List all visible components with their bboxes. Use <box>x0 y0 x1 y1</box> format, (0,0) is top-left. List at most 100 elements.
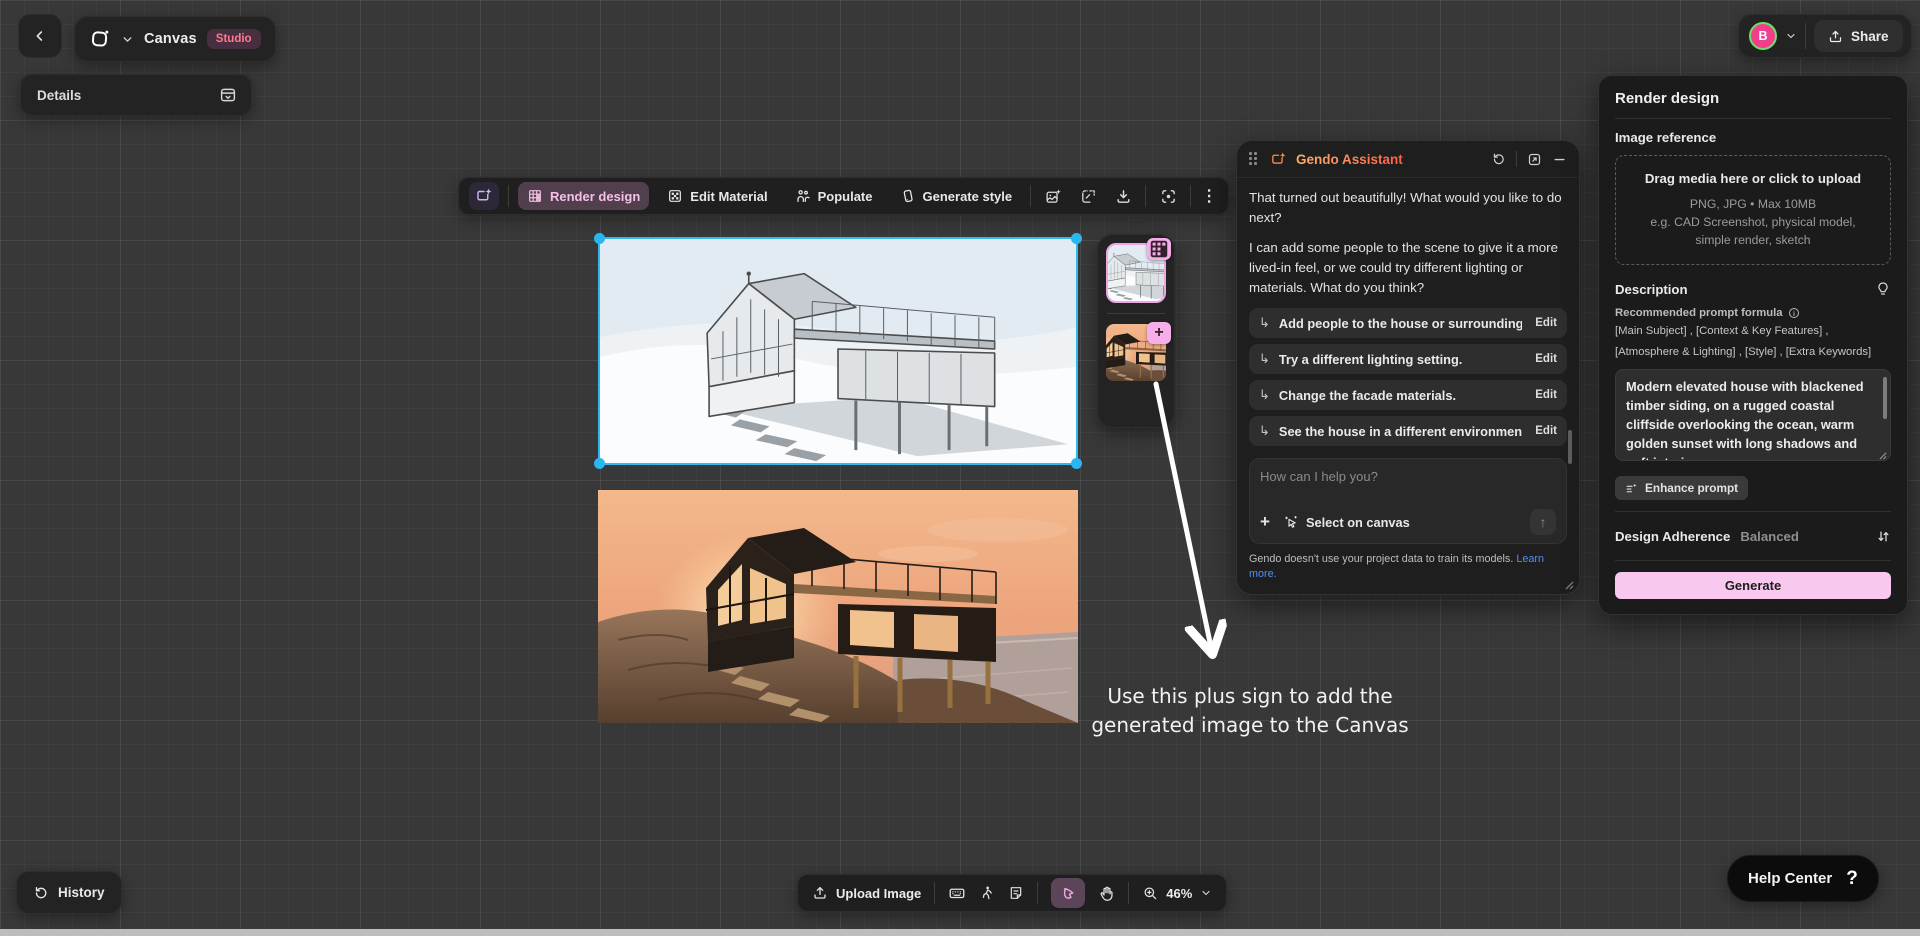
focus-view-button[interactable] <box>1155 183 1181 209</box>
hand-tool-button[interactable] <box>1098 885 1115 902</box>
thumbnail-cad[interactable] <box>1106 243 1166 303</box>
assistant-input-box[interactable]: How can I help you? + Select on canvas ↑ <box>1249 458 1567 544</box>
notes-button[interactable] <box>1008 885 1024 901</box>
tool-render-design[interactable]: Render design <box>518 182 649 210</box>
help-center-label: Help Center <box>1748 870 1832 887</box>
chevron-down-icon[interactable] <box>121 33 134 46</box>
divider <box>1805 23 1806 49</box>
design-adherence-row[interactable]: Design Adherence Balanced <box>1615 523 1891 549</box>
suggestion-label: Add people to the house or surroundings <box>1279 316 1522 331</box>
share-button[interactable]: Share <box>1814 20 1903 52</box>
suggestions-scrollbar[interactable] <box>1568 430 1572 464</box>
selection-handle-bl[interactable] <box>594 458 605 469</box>
suggestion-edit-button[interactable]: Edit <box>1535 389 1557 401</box>
drag-handle-icon[interactable] <box>1249 152 1261 166</box>
description-label: Description <box>1615 282 1688 297</box>
tool-label: Generate style <box>923 189 1013 204</box>
suggestion-label: See the house in a different environment… <box>1279 424 1522 439</box>
selection-handle-tr[interactable] <box>1071 233 1082 244</box>
populate-person-button[interactable] <box>979 885 995 901</box>
prompt-scrollbar[interactable] <box>1883 377 1887 419</box>
reset-chat-icon[interactable] <box>1491 152 1506 167</box>
zoom-chevron-down-icon[interactable] <box>1200 887 1212 899</box>
upload-formats: PNG, JPG • Max 10MB <box>1690 195 1816 213</box>
history-icon <box>33 885 49 901</box>
footer-text: Gendo doesn't use your project data to t… <box>1249 553 1516 565</box>
lightbulb-icon[interactable] <box>1875 281 1891 297</box>
app-menu-pill[interactable]: Canvas Studio <box>74 16 276 62</box>
suggestion-facade[interactable]: ↳ Change the facade materials. Edit <box>1249 380 1567 410</box>
add-to-canvas-plus-button[interactable]: + <box>1147 322 1171 344</box>
facade-grid-icon <box>527 188 543 204</box>
upload-icon <box>812 885 828 901</box>
thumbnail-render[interactable]: + <box>1106 324 1166 381</box>
divider <box>1516 151 1517 167</box>
assistant-title: Gendo Assistant <box>1296 152 1403 167</box>
history-button[interactable]: History <box>16 871 122 914</box>
assistant-input-placeholder: How can I help you? <box>1260 469 1556 484</box>
upload-image-button[interactable]: Upload Image <box>812 885 921 901</box>
attach-plus-button[interactable]: + <box>1260 512 1270 532</box>
generated-render-image[interactable] <box>598 490 1078 723</box>
sunset-house-image <box>598 490 1078 723</box>
media-upload-dropzone[interactable]: Drag media here or click to upload PNG, … <box>1615 155 1891 265</box>
selection-handle-tl[interactable] <box>594 233 605 244</box>
send-button[interactable]: ↑ <box>1530 509 1556 535</box>
select-on-canvas-label: Select on canvas <box>1306 515 1410 530</box>
suggestion-lighting[interactable]: ↳ Try a different lighting setting. Edit <box>1249 344 1567 374</box>
selection-handle-br[interactable] <box>1071 458 1082 469</box>
studio-badge: Studio <box>207 29 261 49</box>
prompt-textarea[interactable]: Modern elevated house with blackened tim… <box>1615 369 1891 461</box>
tool-populate[interactable]: Populate <box>786 182 882 210</box>
suggestion-edit-button[interactable]: Edit <box>1535 353 1557 365</box>
tool-edit-material[interactable]: Edit Material <box>658 182 776 210</box>
suggestion-add-people[interactable]: ↳ Add people to the house or surrounding… <box>1249 308 1567 338</box>
account-chevron-down-icon[interactable] <box>1785 30 1797 42</box>
prompt-resize-handle[interactable] <box>1879 452 1887 460</box>
chevron-left-icon <box>32 28 48 44</box>
details-collapse-icon[interactable] <box>219 86 237 104</box>
back-button[interactable] <box>18 14 62 58</box>
details-panel[interactable]: Details <box>20 74 252 116</box>
shortcuts-keyboard-button[interactable] <box>948 884 966 902</box>
zoom-in-icon[interactable] <box>1142 885 1158 901</box>
assistant-message: I can add some people to the scene to gi… <box>1249 238 1567 298</box>
download-button[interactable] <box>1110 183 1136 209</box>
avatar[interactable]: B <box>1749 22 1777 50</box>
ai-frame-button[interactable] <box>469 182 499 210</box>
enhance-prompt-button[interactable]: Enhance prompt <box>1615 476 1748 500</box>
formula-line-2: [Atmosphere & Lighting] , [Style] , [Ext… <box>1615 344 1891 361</box>
divider <box>934 882 935 904</box>
share-icon <box>1828 29 1843 44</box>
image-generate-button[interactable] <box>1040 183 1066 209</box>
suggestion-environment[interactable]: ↳ See the house in a different environme… <box>1249 416 1567 446</box>
focus-icon <box>1160 188 1177 205</box>
panel-resize-handle[interactable] <box>1565 581 1574 590</box>
suggestion-edit-button[interactable]: Edit <box>1535 317 1557 329</box>
tool-label: Edit Material <box>690 189 767 204</box>
horizontal-scrollbar[interactable] <box>0 929 1920 936</box>
tool-generate-style[interactable]: Generate style <box>891 182 1022 210</box>
annotation-caption: Use this plus sign to add the generated … <box>1085 682 1415 740</box>
render-design-panel: Render design Image reference Drag media… <box>1598 75 1908 615</box>
branch-arrow-icon: ↳ <box>1259 423 1270 439</box>
generate-button[interactable]: Generate <box>1615 572 1891 599</box>
image-upscale-button[interactable] <box>1075 183 1101 209</box>
info-icon[interactable] <box>1788 307 1800 319</box>
design-adherence-value: Balanced <box>1740 529 1799 544</box>
download-icon <box>1115 188 1132 205</box>
canvas-viewport[interactable]: Canvas Studio Details B Share <box>0 0 1920 936</box>
select-tool-button-active[interactable] <box>1051 878 1085 908</box>
suggestion-edit-button[interactable]: Edit <box>1535 425 1557 437</box>
help-center-button[interactable]: Help Center ? <box>1727 855 1879 902</box>
selected-cad-image[interactable] <box>598 237 1078 465</box>
assistant-header[interactable]: Gendo Assistant <box>1237 141 1579 178</box>
more-options-button[interactable]: ⋮ <box>1200 186 1218 206</box>
expand-panel-icon[interactable] <box>1527 152 1542 167</box>
sliders-icon[interactable] <box>1876 529 1891 544</box>
divider <box>1037 882 1038 904</box>
divider <box>1128 882 1129 904</box>
select-on-canvas-button[interactable]: Select on canvas <box>1284 515 1410 530</box>
minimize-icon[interactable] <box>1552 152 1567 167</box>
zoom-level[interactable]: 46% <box>1166 886 1192 901</box>
